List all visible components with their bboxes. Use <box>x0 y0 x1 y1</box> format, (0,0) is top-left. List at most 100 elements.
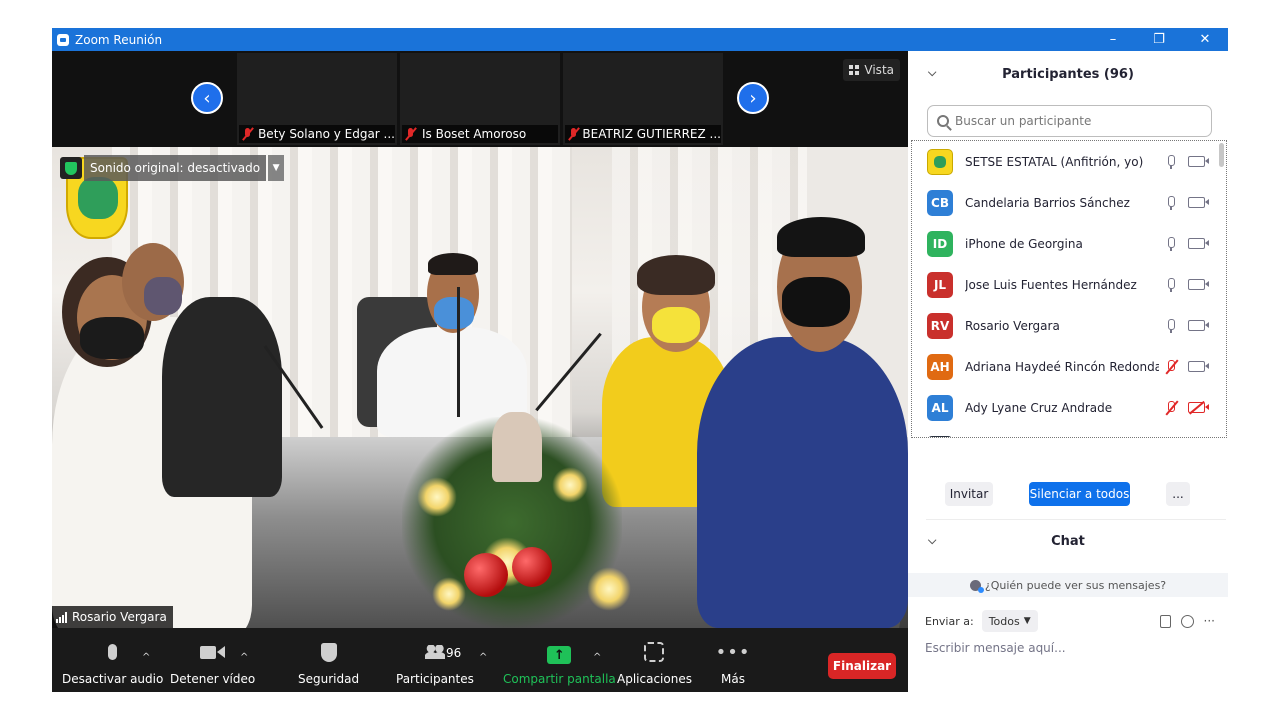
video-camera-off-icon[interactable] <box>1188 402 1209 413</box>
zoom-app-icon <box>57 33 69 46</box>
participants-title: Participantes (96) <box>1002 66 1134 82</box>
person-right-man <box>697 337 908 628</box>
participant-row[interactable]: JL Jose Luis Fuentes Hernández <box>912 264 1218 305</box>
participant-row[interactable]: AL Ady Lyane Cruz Andrade <box>912 387 1218 428</box>
mute-audio-label: Desactivar audio <box>62 672 164 686</box>
chat-message-input[interactable] <box>925 638 1215 658</box>
participant-name: Adriana Haydeé Rincón Redonda <box>965 359 1159 374</box>
more-button[interactable]: ••• Más <box>715 628 751 692</box>
microphone-muted-icon[interactable] <box>1164 400 1178 416</box>
participant-name: Ady Lyane Cruz Andrade <box>965 400 1113 415</box>
participants-options-caret[interactable]: ^ <box>479 652 487 663</box>
chevron-down-icon[interactable]: ▼ <box>268 155 285 181</box>
logo-map <box>78 177 118 219</box>
gallery-tile[interactable]: Is Boset Amoroso <box>400 53 560 145</box>
security-button[interactable]: Seguridad <box>298 628 359 692</box>
tile-name: Bety Solano y Edgar ... <box>258 127 395 141</box>
participant-row[interactable] <box>912 428 1218 437</box>
chat-title: Chat <box>1051 533 1085 549</box>
mic-muted-icon <box>241 127 254 141</box>
gallery-prev-button[interactable]: ‹ <box>191 82 223 114</box>
audio-options-caret[interactable]: ^ <box>142 652 150 663</box>
face-mask <box>144 277 182 315</box>
active-speaker-video[interactable]: Sonido original: desactivado ▼ Rosario V… <box>52 147 908 628</box>
view-label: Vista <box>864 63 894 77</box>
participant-row[interactable]: SETSE ESTATAL (Anfitrión, yo) <box>912 141 1218 182</box>
restore-button[interactable]: ❐ <box>1136 28 1182 51</box>
participant-name: Candelaria Barrios Sánchez <box>965 195 1130 210</box>
mic-muted-icon <box>404 127 418 141</box>
chat-header: ⌵ Chat <box>908 521 1228 561</box>
shield-check-icon <box>60 157 82 179</box>
recipient-select[interactable]: Todos ▼ <box>981 610 1038 632</box>
participants-label: Participantes <box>396 672 474 686</box>
meeting-toolbar: Desactivar audio ^ Detener vídeo ^ Segur… <box>52 628 908 692</box>
apps-label: Aplicaciones <box>617 672 692 686</box>
nativity-figure <box>492 412 542 482</box>
microphone-icon[interactable] <box>1164 195 1178 211</box>
mute-all-button[interactable]: Silenciar a todos <box>1029 482 1130 506</box>
participant-name: Rosario Vergara <box>965 318 1060 333</box>
participants-button[interactable]: Participantes <box>396 628 474 692</box>
gallery-tile[interactable]: Bety Solano y Edgar ... <box>237 53 397 145</box>
light-bokeh <box>432 577 466 611</box>
more-dots-icon: ••• <box>715 641 751 663</box>
share-options-caret[interactable]: ^ <box>593 652 601 663</box>
participant-list[interactable]: SETSE ESTATAL (Anfitrión, yo) CB Candela… <box>911 140 1227 438</box>
microphone-icon[interactable] <box>1164 277 1178 293</box>
end-meeting-button[interactable]: Finalizar <box>828 653 896 679</box>
stop-video-label: Detener vídeo <box>170 672 256 686</box>
more-dots-icon[interactable]: ··· <box>1204 614 1215 628</box>
video-camera-icon[interactable] <box>1188 361 1209 372</box>
chat-send-row: Enviar a: Todos ▼ ··· <box>925 609 1215 633</box>
who-can-see-messages[interactable]: ¿Quién puede ver sus mensajes? <box>908 573 1228 597</box>
face-mask <box>80 317 144 359</box>
face-mask <box>652 307 700 343</box>
microphone-icon[interactable] <box>1164 236 1178 252</box>
red-ornament <box>464 553 508 597</box>
participant-search[interactable] <box>927 105 1212 137</box>
more-options-button[interactable]: ... <box>1166 482 1190 506</box>
view-button[interactable]: Vista <box>843 59 900 81</box>
light-bokeh <box>417 477 457 517</box>
participant-row[interactable]: CB Candelaria Barrios Sánchez <box>912 182 1218 223</box>
participant-name: SETSE ESTATAL (Anfitrión, yo) <box>965 154 1144 169</box>
tile-label: Bety Solano y Edgar ... <box>239 125 395 143</box>
microphone-icon[interactable] <box>1164 318 1178 334</box>
microphone-muted-icon[interactable] <box>1164 359 1178 375</box>
video-camera-icon[interactable] <box>1188 320 1209 331</box>
participants-panel: ⌵ Participantes (96) SETSE ESTATAL (Anfi… <box>908 51 1228 692</box>
video-camera-icon[interactable] <box>1188 197 1209 208</box>
collapse-chevron-icon[interactable]: ⌵ <box>928 534 936 548</box>
panel-divider <box>926 519 1226 520</box>
participants-icon <box>422 640 448 664</box>
video-options-caret[interactable]: ^ <box>240 652 248 663</box>
video-camera-icon[interactable] <box>1188 156 1209 167</box>
participant-name: iPhone de Georgina <box>965 236 1083 251</box>
participant-row[interactable]: AH Adriana Haydeé Rincón Redonda <box>912 346 1218 387</box>
participant-actions: Invitar Silenciar a todos ... <box>908 482 1228 506</box>
speaker-name-label: Rosario Vergara <box>52 606 173 628</box>
who-can-see-label: ¿Quién puede ver sus mensajes? <box>984 578 1167 592</box>
gallery-tile[interactable]: BEATRIZ GUTIERREZ ... <box>563 53 723 145</box>
video-camera-icon[interactable] <box>1188 279 1209 290</box>
tile-name: BEATRIZ GUTIERREZ ... <box>582 127 721 141</box>
invite-button[interactable]: Invitar <box>945 482 993 506</box>
file-icon[interactable] <box>1159 614 1171 628</box>
original-sound-indicator[interactable]: Sonido original: desactivado ▼ <box>60 155 285 181</box>
collapse-chevron-icon[interactable]: ⌵ <box>928 66 936 80</box>
participant-list-scrollbar[interactable] <box>1219 143 1224 167</box>
face-mask <box>434 297 474 329</box>
red-ornament <box>512 547 552 587</box>
gallery-next-button[interactable]: › <box>737 82 769 114</box>
avatar <box>927 435 953 437</box>
close-button[interactable]: ✕ <box>1182 28 1228 51</box>
video-camera-icon[interactable] <box>1188 238 1209 249</box>
participant-row[interactable]: ID iPhone de Georgina <box>912 223 1218 264</box>
participant-search-input[interactable] <box>955 114 1195 128</box>
minimize-button[interactable]: – <box>1090 28 1136 51</box>
participant-row[interactable]: RV Rosario Vergara <box>912 305 1218 346</box>
apps-button[interactable]: Aplicaciones <box>617 628 692 692</box>
emoji-icon[interactable] <box>1180 614 1194 628</box>
microphone-icon[interactable] <box>1164 154 1178 170</box>
